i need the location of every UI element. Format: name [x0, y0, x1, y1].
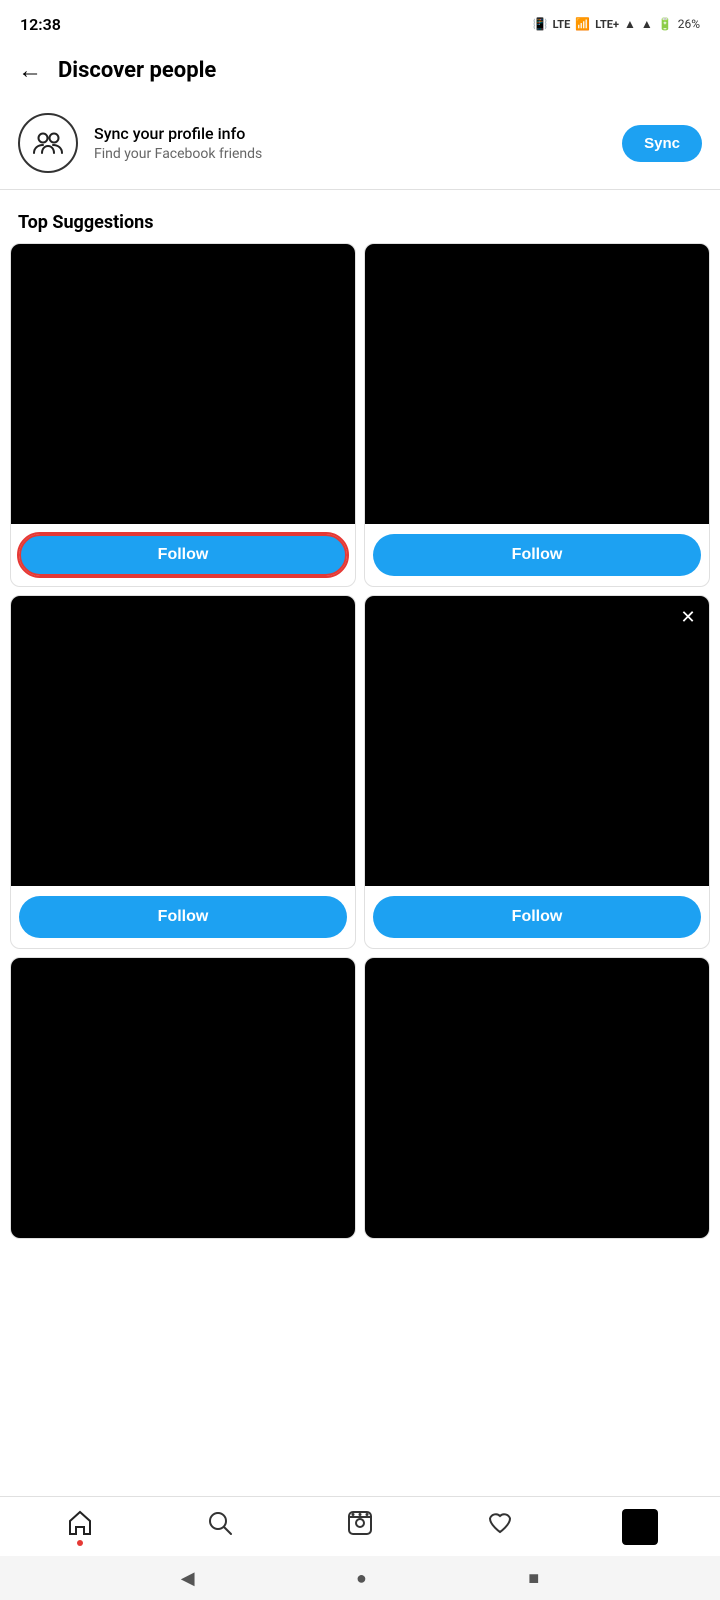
page-title: Discover people: [58, 58, 216, 83]
android-nav: ◀ ● ■: [0, 1556, 720, 1600]
sync-title: Sync your profile info: [94, 124, 606, 143]
people-icon: [32, 127, 64, 159]
sync-button[interactable]: Sync: [622, 125, 702, 162]
wifi-icon: 📶: [575, 17, 590, 31]
follow-button-4[interactable]: Follow: [373, 896, 701, 938]
search-icon: [206, 1509, 234, 1544]
heart-icon: [486, 1509, 514, 1544]
suggestion-card-6: [364, 957, 710, 1239]
close-button-4[interactable]: ✕: [675, 604, 701, 630]
back-button[interactable]: ←: [18, 56, 42, 85]
android-back-button[interactable]: ◀: [181, 1568, 195, 1589]
nav-notifications[interactable]: [470, 1502, 530, 1552]
android-recents-button[interactable]: ■: [528, 1568, 539, 1589]
follow-button-2[interactable]: Follow: [373, 534, 701, 576]
status-bar: 12:38 📳 LTE 📶 LTE+ ▲ ▲ 🔋 26%: [0, 0, 720, 44]
home-dot: [77, 1540, 83, 1546]
card-image-4: [365, 596, 709, 886]
bottom-nav: [0, 1496, 720, 1556]
sync-text: Sync your profile info Find your Faceboo…: [94, 124, 606, 162]
sync-section: Sync your profile info Find your Faceboo…: [0, 97, 720, 190]
follow-button-1[interactable]: Follow: [19, 534, 347, 576]
suggestion-card-1: Follow: [10, 243, 356, 587]
signal2-icon: ▲: [641, 17, 653, 31]
nav-reels[interactable]: [330, 1502, 390, 1552]
header: ← Discover people: [0, 44, 720, 97]
card-image-3: [11, 596, 355, 886]
signal-icon: ▲: [624, 17, 636, 31]
section-title: Top Suggestions: [0, 198, 720, 243]
card-image-1: [11, 244, 355, 524]
lte2-icon: LTE+: [595, 18, 619, 31]
lte-icon: LTE: [553, 18, 571, 31]
card-image-2: [365, 244, 709, 524]
battery-percent: 26%: [678, 17, 700, 31]
status-icons: 📳 LTE 📶 LTE+ ▲ ▲ 🔋 26%: [533, 17, 700, 31]
card-image-5: [11, 958, 355, 1238]
nav-profile[interactable]: [610, 1502, 670, 1552]
status-time: 12:38: [20, 15, 61, 34]
suggestion-card-3: Follow: [10, 595, 356, 949]
nav-search[interactable]: [190, 1502, 250, 1552]
android-home-button[interactable]: ●: [356, 1568, 367, 1589]
sync-subtitle: Find your Facebook friends: [94, 146, 606, 162]
suggestion-card-5: [10, 957, 356, 1239]
nav-home[interactable]: [50, 1502, 110, 1552]
suggestion-card-2: Follow: [364, 243, 710, 587]
follow-button-3[interactable]: Follow: [19, 896, 347, 938]
vibrate-icon: 📳: [533, 17, 548, 31]
sync-icon-circle: [18, 113, 78, 173]
battery-icon: 🔋: [658, 17, 673, 31]
card-image-6: [365, 958, 709, 1238]
reels-icon: [346, 1509, 374, 1544]
suggestions-grid: Follow Follow Follow ✕ Follow: [0, 243, 720, 1249]
avatar: [622, 1509, 658, 1545]
suggestion-card-4: ✕ Follow: [364, 595, 710, 949]
